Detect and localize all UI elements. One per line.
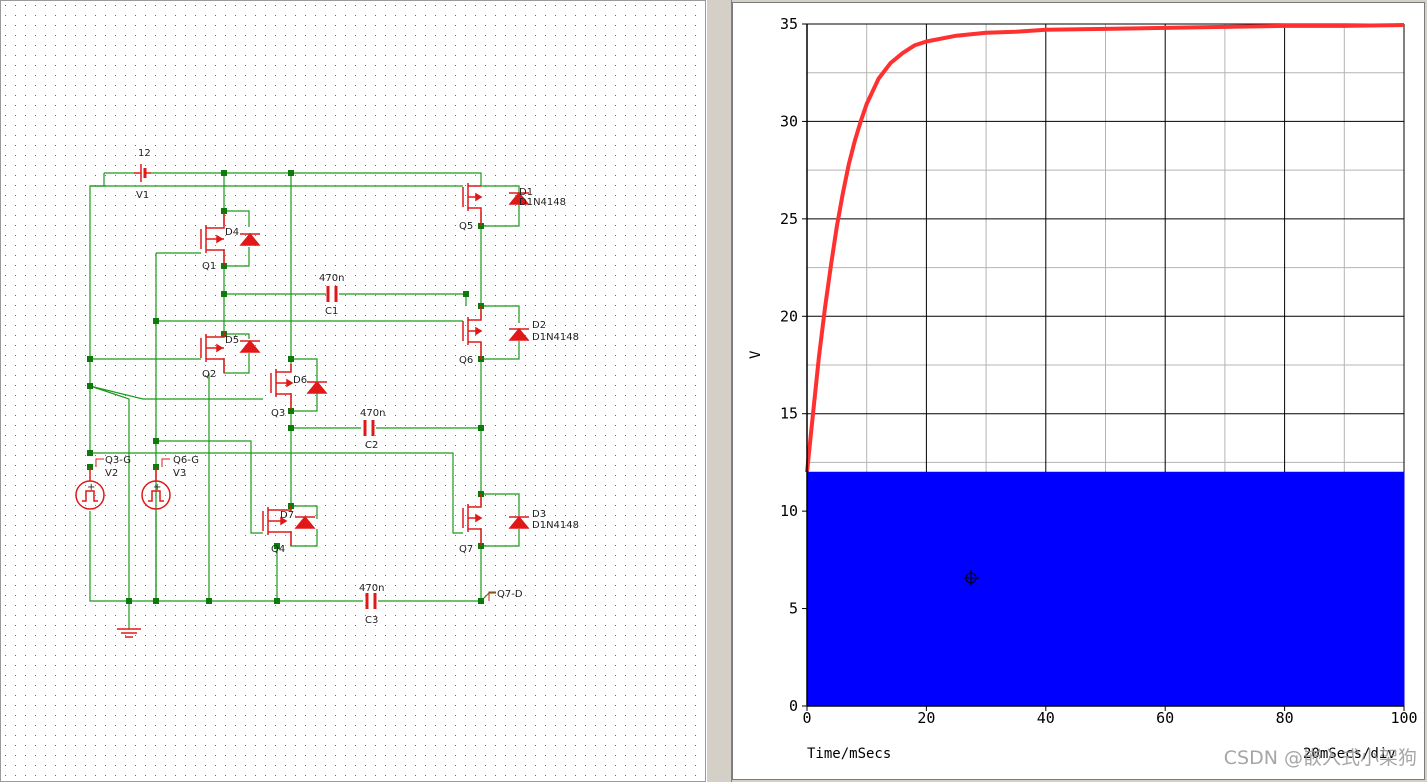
diode-ref-d7: D7 bbox=[280, 510, 294, 521]
battery-value: 12 bbox=[138, 148, 151, 159]
y-tick-label: 15 bbox=[780, 405, 798, 423]
y-tick-label: 0 bbox=[789, 697, 798, 715]
x-tick-label: 100 bbox=[1390, 709, 1417, 727]
capacitor-ref-c1: C1 bbox=[325, 306, 338, 317]
pane-splitter[interactable] bbox=[706, 0, 732, 782]
y-tick-label: 10 bbox=[780, 502, 798, 520]
probe-q3-g: Q3-G bbox=[105, 455, 131, 466]
diode-ref-d4: D4 bbox=[225, 227, 239, 238]
watermark: CSDN @嵌入式小架狗 bbox=[1223, 747, 1417, 769]
transient-chart[interactable]: 0 20 40 60 80 10005101520253035 Time/mSecs V … bbox=[733, 3, 1425, 780]
plus-sign: + bbox=[87, 482, 95, 493]
diode-part-d2: D1N4148 bbox=[532, 332, 579, 343]
graph-window[interactable]: 0 20 40 60 80 100 0 5 10 15 20 25 30 35 Time/mSecs V … bbox=[732, 2, 1425, 780]
diode-ref-d5: D5 bbox=[225, 335, 239, 346]
source-ref-v3: V3 bbox=[173, 468, 186, 479]
x-tick-label: 20 bbox=[917, 709, 935, 727]
plus-sign: + bbox=[153, 482, 161, 493]
diode-ref-d2: D2 bbox=[532, 320, 546, 331]
capacitor-value-c2: 470n bbox=[360, 408, 385, 419]
diode-ref-d3: D3 bbox=[532, 509, 546, 520]
mosfet-label-q6: Q6 bbox=[459, 355, 473, 366]
series-1-filled-area bbox=[806, 471, 1405, 707]
battery-ref: V1 bbox=[136, 190, 149, 201]
probe-q7-d: Q7-D bbox=[497, 589, 523, 600]
mosfet-label-q1: Q1 bbox=[202, 261, 216, 272]
x-tick-label: 0 bbox=[802, 709, 811, 727]
y-tick-label: 5 bbox=[789, 600, 798, 618]
y-axis-label: V bbox=[748, 350, 764, 359]
mosfet-label-q5: Q5 bbox=[459, 221, 473, 232]
mosfet-label-q4: Q4 bbox=[271, 544, 285, 555]
capacitor-ref-c2: C2 bbox=[365, 440, 378, 451]
diode-part-d1: D1N4148 bbox=[519, 197, 566, 208]
mosfet-label-q3: Q3 bbox=[271, 408, 285, 419]
y-tick-label: 20 bbox=[780, 307, 798, 325]
y-tick-label: 30 bbox=[780, 112, 798, 130]
capacitor-value-c1: 470n bbox=[319, 273, 344, 284]
source-ref-v2: V2 bbox=[105, 468, 118, 479]
y-tick-label: 25 bbox=[780, 210, 798, 228]
mosfet-label-q7: Q7 bbox=[459, 544, 473, 555]
capacitor-ref-c3: C3 bbox=[365, 615, 378, 626]
x-tick-label: 40 bbox=[1037, 709, 1055, 727]
capacitor-value-c3: 470n bbox=[359, 583, 384, 594]
mosfet-label-q2: Q2 bbox=[202, 369, 216, 380]
x-tick-label: 60 bbox=[1156, 709, 1174, 727]
y-tick-label: 35 bbox=[780, 15, 798, 33]
diode-part-d3: D1N4148 bbox=[532, 520, 579, 531]
schematic-editor[interactable]: 12 V1 Q1 Q2 Q3 Q4 Q5 Q6 Q7 D1 D1N4148 D2… bbox=[0, 0, 706, 782]
x-tick-label: 80 bbox=[1276, 709, 1294, 727]
schematic-canvas[interactable]: 12 V1 Q1 Q2 Q3 Q4 Q5 Q6 Q7 D1 D1N4148 D2… bbox=[1, 1, 706, 782]
probe-q6-g: Q6-G bbox=[173, 455, 199, 466]
diode-ref-d6: D6 bbox=[293, 375, 307, 386]
x-axis-label: Time/mSecs bbox=[807, 746, 891, 762]
